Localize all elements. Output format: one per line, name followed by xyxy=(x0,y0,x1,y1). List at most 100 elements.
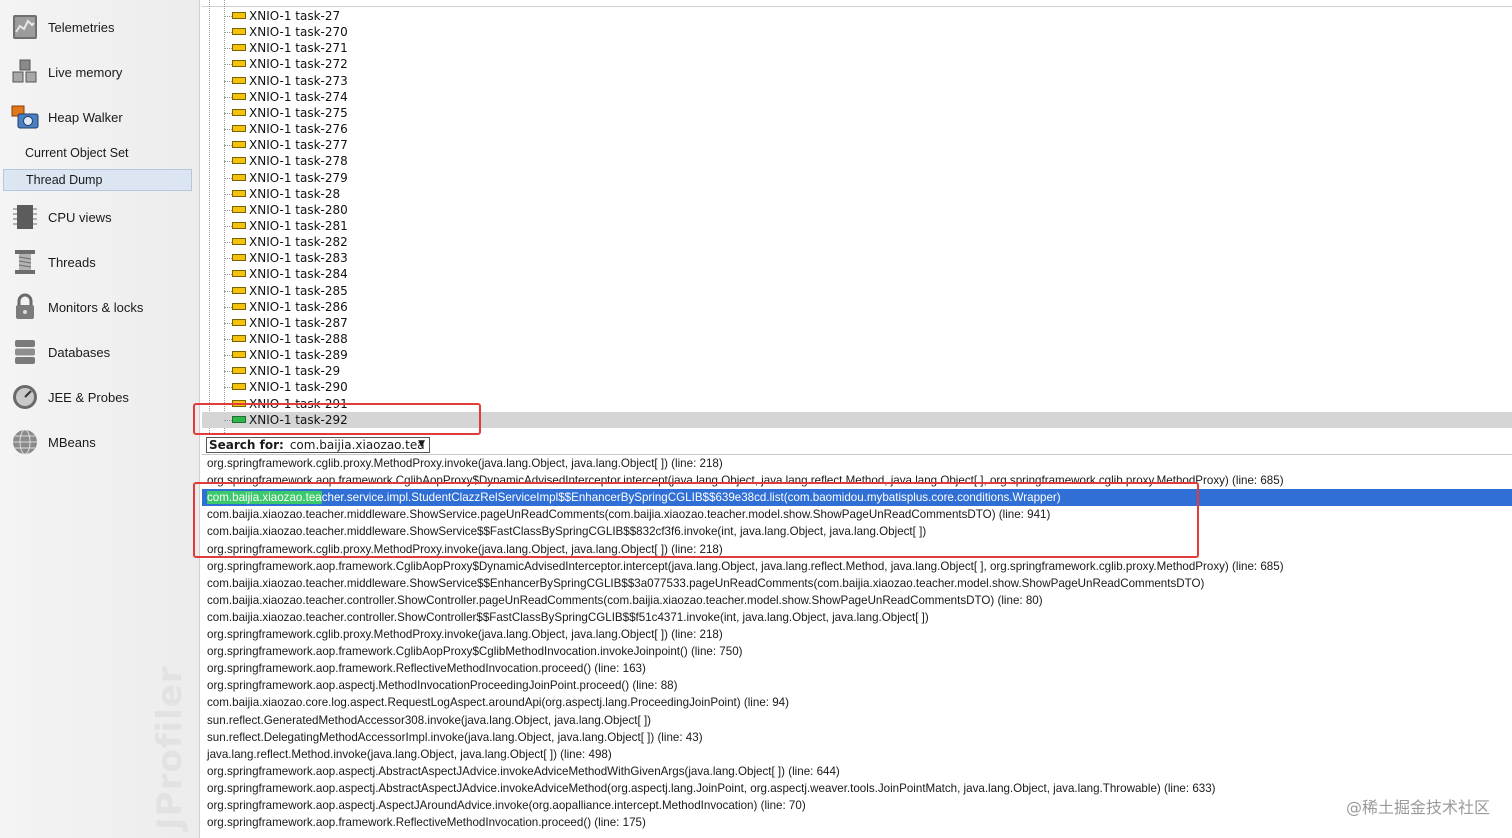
thread-row[interactable]: XNIO-1 task-285 xyxy=(202,283,1512,299)
tree-connector xyxy=(224,129,232,131)
stack-frame[interactable]: org.springframework.aop.aspectj.MethodIn… xyxy=(202,677,1512,694)
tree-connector xyxy=(224,96,232,98)
thread-waiting-icon xyxy=(232,351,246,359)
thread-name: XNIO-1 task-288 xyxy=(249,332,348,346)
thread-waiting-icon xyxy=(232,238,246,246)
thread-row[interactable]: XNIO-1 task-282 xyxy=(202,234,1512,250)
thread-row[interactable]: XNIO-1 task-286 xyxy=(202,299,1512,315)
sidebar-item-mbeans[interactable]: MBeans xyxy=(0,422,199,462)
stack-frame[interactable]: sun.reflect.DelegatingMethodAccessorImpl… xyxy=(202,729,1512,746)
thread-waiting-icon xyxy=(232,302,246,310)
stack-frame[interactable]: org.springframework.cglib.proxy.MethodPr… xyxy=(202,455,1512,472)
stack-frame[interactable]: com.baijia.xiaozao.teacher.service.impl.… xyxy=(202,489,1512,507)
stack-frame[interactable]: org.springframework.aop.framework.CglibA… xyxy=(202,472,1512,489)
thread-waiting-icon xyxy=(232,76,246,84)
stack-frame[interactable]: org.springframework.cglib.proxy.MethodPr… xyxy=(202,541,1512,558)
tree-connector xyxy=(224,403,232,405)
thread-tree[interactable]: XNIO-1 task-27 XNIO-1 task-270 XNIO-1 task… xyxy=(202,0,1512,435)
thread-row[interactable]: XNIO-1 task-272 xyxy=(202,56,1512,72)
sidebar-item-live-memory[interactable]: Live memory xyxy=(0,52,199,92)
tree-divider xyxy=(202,6,1512,7)
chevron-down-icon[interactable]: ▼ xyxy=(418,439,425,449)
sidebar-subitem-label: Thread Dump xyxy=(26,173,103,187)
stack-frame[interactable]: sun.reflect.GeneratedMethodAccessor308.i… xyxy=(202,712,1512,729)
thread-waiting-icon xyxy=(232,28,246,36)
mbeans-icon xyxy=(13,429,37,455)
jprofiler-brand-watermark: JProfiler xyxy=(150,665,190,830)
thread-row[interactable]: XNIO-1 task-271 xyxy=(202,40,1512,56)
thread-row[interactable]: XNIO-1 task-277 xyxy=(202,137,1512,153)
stack-frame[interactable]: com.baijia.xiaozao.teacher.middleware.Sh… xyxy=(202,506,1512,523)
thread-row[interactable]: XNIO-1 task-283 xyxy=(202,250,1512,266)
sidebar-subitem-current-object-set[interactable]: Current Object Set xyxy=(3,142,192,164)
thread-row[interactable]: XNIO-1 task-284 xyxy=(202,266,1512,282)
thread-row[interactable]: XNIO-1 task-280 xyxy=(202,202,1512,218)
search-match-highlight: com.baijia.xiaozao.tea xyxy=(207,491,322,505)
sidebar-item-jee-probes[interactable]: JEE & Probes xyxy=(0,377,199,417)
cpu-views-icon xyxy=(13,205,37,229)
stack-trace-list[interactable]: org.springframework.cglib.proxy.MethodPr… xyxy=(202,454,1512,838)
thread-row[interactable]: XNIO-1 task-27 xyxy=(202,8,1512,24)
stack-frame[interactable]: org.springframework.cglib.proxy.MethodPr… xyxy=(202,626,1512,643)
thread-name: XNIO-1 task-279 xyxy=(249,170,348,185)
thread-row[interactable]: XNIO-1 task-273 xyxy=(202,73,1512,89)
stack-frame-text: cher.service.impl.StudentClazzRelService… xyxy=(321,491,1061,505)
thread-name: XNIO-1 task-277 xyxy=(249,138,348,153)
thread-row[interactable]: XNIO-1 task-276 xyxy=(202,121,1512,137)
thread-waiting-icon xyxy=(232,367,246,375)
thread-row[interactable]: XNIO-1 task-291 xyxy=(202,396,1512,412)
thread-name: XNIO-1 task-278 xyxy=(249,154,348,169)
thread-row[interactable]: XNIO-1 task-28 xyxy=(202,186,1512,202)
stack-frame[interactable]: com.baijia.xiaozao.teacher.controller.Sh… xyxy=(202,592,1512,609)
thread-waiting-icon xyxy=(232,335,246,342)
tree-connector xyxy=(224,161,232,163)
thread-row[interactable]: XNIO-1 task-292 xyxy=(202,411,1512,428)
tree-connector xyxy=(224,371,232,373)
tree-connector xyxy=(224,177,232,179)
tree-connector xyxy=(224,64,232,66)
thread-waiting-icon xyxy=(232,383,246,391)
heap-walker-icon xyxy=(11,105,39,129)
sidebar-subitem-thread-dump[interactable]: Thread Dump xyxy=(3,169,192,191)
stack-frame[interactable]: org.springframework.aop.framework.Reflec… xyxy=(202,660,1512,677)
thread-name: XNIO-1 task-291 xyxy=(249,396,348,411)
stack-frame[interactable]: com.baijia.xiaozao.core.log.aspect.Reque… xyxy=(202,694,1512,711)
thread-name: XNIO-1 task-289 xyxy=(249,348,348,363)
sidebar-subitem-label: Current Object Set xyxy=(25,146,129,160)
sidebar-item-threads[interactable]: Threads xyxy=(0,242,199,282)
stack-frame[interactable]: org.springframework.aop.aspectj.AspectJA… xyxy=(202,797,1512,814)
thread-row[interactable]: XNIO-1 task-270 xyxy=(202,24,1512,40)
thread-row[interactable]: XNIO-1 task-281 xyxy=(202,218,1512,234)
stack-frame[interactable]: org.springframework.aop.framework.CglibA… xyxy=(202,643,1512,660)
stack-frame[interactable]: org.springframework.aop.framework.Reflec… xyxy=(202,814,1512,831)
sidebar-item-label: CPU views xyxy=(48,209,112,225)
stack-frame[interactable]: com.baijia.xiaozao.teacher.middleware.Sh… xyxy=(202,523,1512,540)
stack-frame[interactable]: com.baijia.xiaozao.teacher.middleware.Sh… xyxy=(202,575,1512,592)
sidebar-item-cpu-views[interactable]: CPU views xyxy=(0,197,199,237)
sidebar-item-databases[interactable]: Databases xyxy=(0,332,199,372)
thread-row[interactable]: XNIO-1 task-29 xyxy=(202,363,1512,379)
thread-name: XNIO-1 task-282 xyxy=(249,235,348,250)
thread-row[interactable]: XNIO-1 task-287 xyxy=(202,315,1512,331)
tree-connector xyxy=(224,322,232,324)
sidebar-item-monitors-locks[interactable]: Monitors & locks xyxy=(0,287,199,327)
sidebar-item-heap-walker[interactable]: Heap Walker xyxy=(0,97,199,137)
thread-row[interactable]: XNIO-1 task-275 xyxy=(202,105,1512,121)
thread-waiting-icon xyxy=(232,44,246,52)
thread-row[interactable]: XNIO-1 task-289 xyxy=(202,347,1512,363)
sidebar-item-label: Monitors & locks xyxy=(48,299,144,315)
thread-row[interactable]: XNIO-1 task-288 xyxy=(202,331,1512,347)
sidebar-item-telemetries[interactable]: Telemetries xyxy=(0,7,199,47)
thread-waiting-icon xyxy=(232,125,246,133)
stack-frame[interactable]: java.lang.reflect.Method.invoke(java.lan… xyxy=(202,746,1512,763)
live-memory-icon xyxy=(12,59,37,83)
search-field[interactable]: Search for: com.baijia.xiaozao.tea ▼ xyxy=(206,437,430,453)
stack-frame[interactable]: org.springframework.aop.aspectj.Abstract… xyxy=(202,763,1512,780)
stack-frame[interactable]: org.springframework.aop.aspectj.Abstract… xyxy=(202,780,1512,797)
thread-row[interactable]: XNIO-1 task-274 xyxy=(202,89,1512,105)
thread-row[interactable]: XNIO-1 task-279 xyxy=(202,170,1512,186)
stack-frame[interactable]: com.baijia.xiaozao.teacher.controller.Sh… xyxy=(202,609,1512,626)
stack-frame[interactable]: org.springframework.aop.framework.CglibA… xyxy=(202,558,1512,575)
thread-row[interactable]: XNIO-1 task-290 xyxy=(202,379,1512,395)
thread-row[interactable]: XNIO-1 task-278 xyxy=(202,153,1512,169)
